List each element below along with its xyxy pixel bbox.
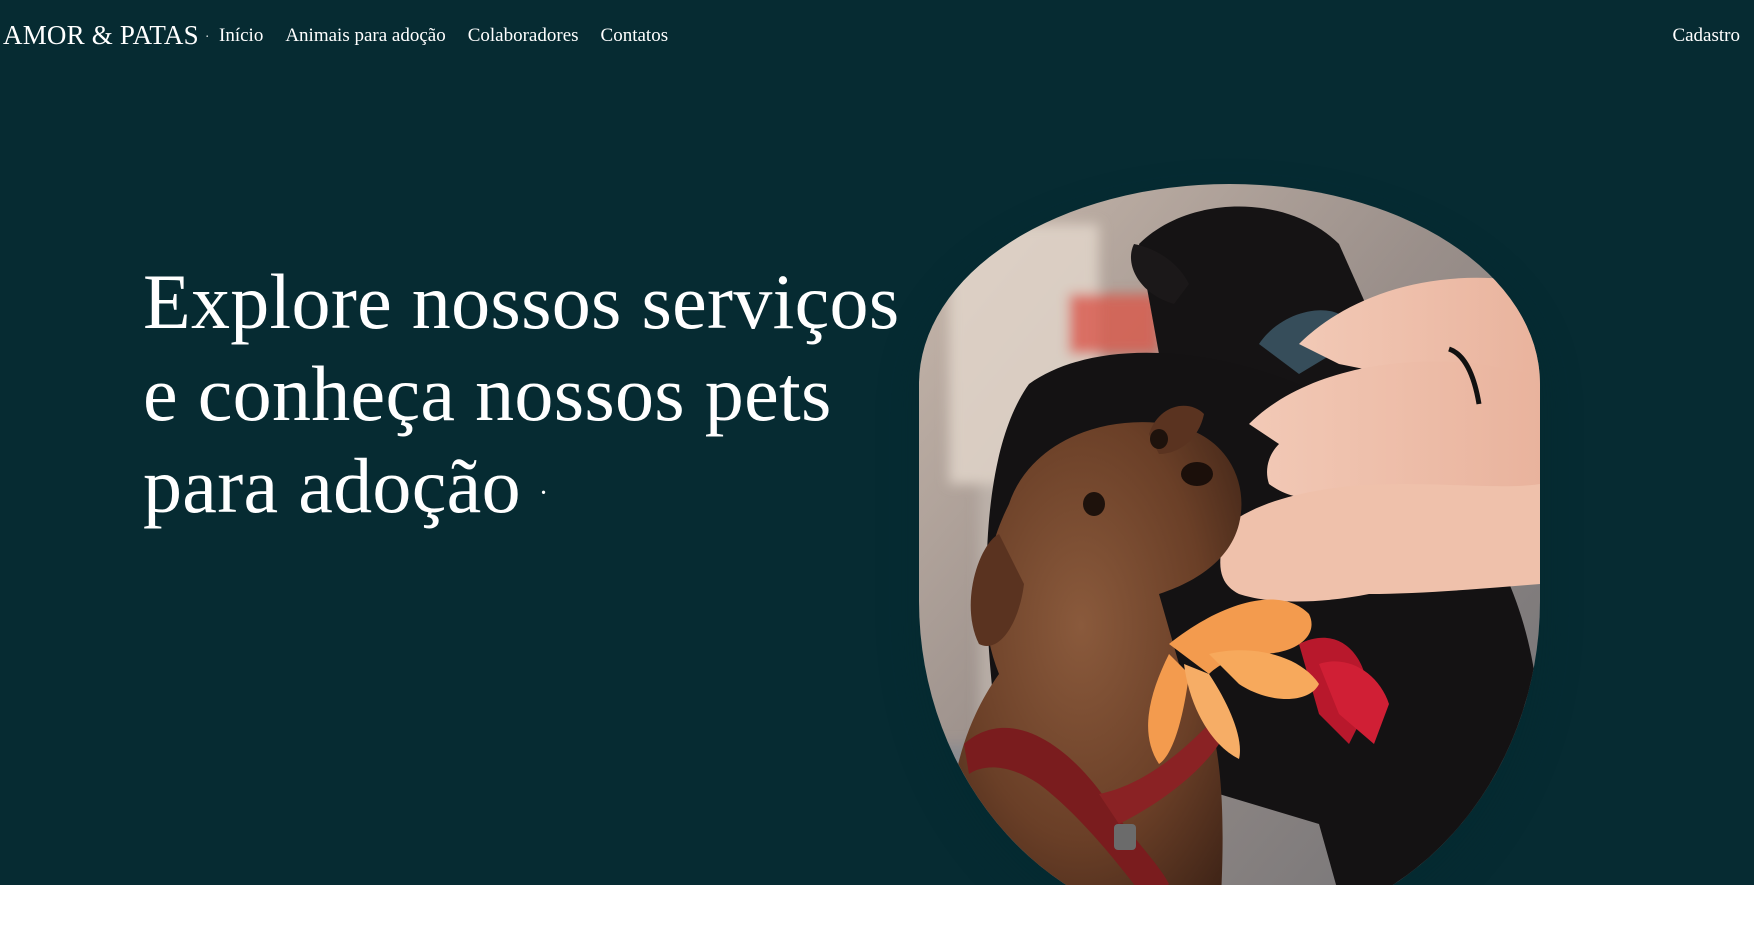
signup-link[interactable]: Cadastro [1672, 25, 1740, 47]
brand-logo[interactable]: AMOR & PATAS · [3, 20, 210, 51]
dog-photo-illustration [919, 184, 1540, 931]
headline-line-3: para adoção · [143, 440, 903, 540]
nav-links: Início Animais para adoção Colaboradores… [219, 25, 668, 47]
brand-dot: · [204, 29, 210, 45]
landing-page: AMOR & PATAS · Início Animais para adoção… [0, 0, 1754, 931]
nav-link-animais-para-adocao[interactable]: Animais para adoção [285, 25, 445, 47]
brand-name: AMOR & PATAS [3, 20, 199, 50]
headline-dot: · [538, 478, 549, 510]
headline-line-2: e conheça nossos pets [143, 350, 832, 437]
nav-link-contatos[interactable]: Contatos [601, 25, 669, 47]
page-content-start [0, 885, 1754, 931]
hero-dog-photo [919, 184, 1540, 931]
headline-line-3-text: para adoção [143, 442, 521, 529]
hero-headline: Explore nossos serviços e conheça nossos… [143, 256, 903, 540]
nav-link-inicio[interactable]: Início [219, 25, 263, 47]
top-navbar: AMOR & PATAS · Início Animais para adoção… [0, 0, 1754, 74]
nav-link-colaboradores[interactable]: Colaboradores [468, 25, 579, 47]
headline-line-1: Explore nossos serviços [143, 258, 900, 345]
